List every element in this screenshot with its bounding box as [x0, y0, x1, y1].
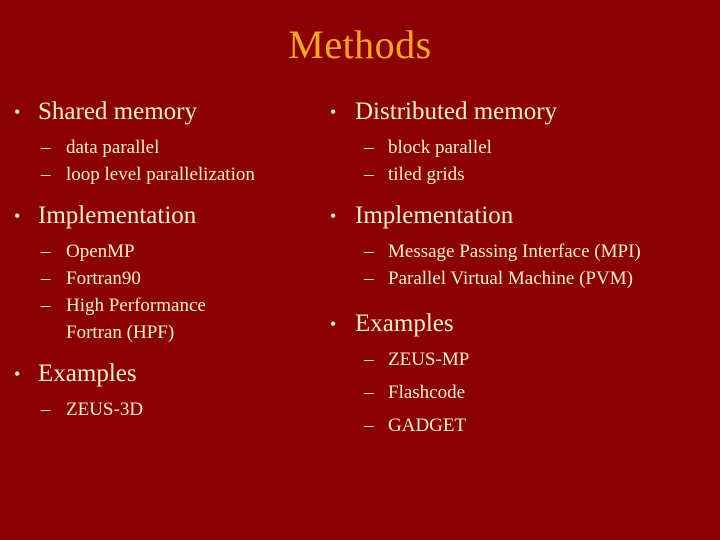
sub-bullet-tiled-grids: – tiled grids	[322, 161, 718, 188]
dash-icon: –	[41, 241, 51, 262]
sub-bullet-fortran90: – Fortran90	[8, 265, 320, 292]
bullet-label: Implementation	[38, 202, 197, 229]
bullet-dot-icon: •	[14, 102, 21, 122]
sub-bullet-pvm: – Parallel Virtual Machine (PVM)	[322, 265, 718, 292]
sub-bullet-data-parallel: – data parallel	[8, 134, 320, 161]
sub-bullet-mpi: – Message Passing Interface (MPI)	[322, 238, 718, 265]
dash-icon: –	[364, 241, 374, 262]
sub-bullet-label: Message Passing Interface (MPI)	[388, 241, 641, 262]
dash-icon: –	[41, 137, 51, 158]
sub-bullet-label: ZEUS-3D	[66, 399, 144, 420]
dash-icon: –	[41, 399, 51, 420]
bullet-dot-icon: •	[330, 314, 337, 334]
bullet-shared-memory: • Shared memory	[8, 96, 320, 128]
dash-icon: –	[364, 164, 374, 185]
bullet-examples-left: • Examples	[8, 358, 320, 390]
sub-bullet-gadget: – GADGET	[322, 412, 718, 439]
sub-bullet-loop-level-parallelization: – loop level parallelization	[8, 161, 320, 188]
sub-bullet-label: tiled grids	[388, 164, 465, 185]
sub-bullet-label: ZEUS-MP	[388, 349, 470, 370]
bullet-dot-icon: •	[330, 206, 337, 226]
dash-icon: –	[364, 268, 374, 289]
left-column: • Shared memory – data parallel – loop l…	[8, 96, 320, 423]
dash-icon: –	[41, 268, 51, 289]
right-column: • Distributed memory – block parallel – …	[322, 96, 718, 439]
sub-bullet-label: Parallel Virtual Machine (PVM)	[388, 268, 633, 289]
sub-bullet-label: GADGET	[388, 415, 467, 436]
bullet-dot-icon: •	[14, 364, 21, 384]
bullet-label: Examples	[355, 310, 454, 337]
sub-bullet-block-parallel: – block parallel	[322, 134, 718, 161]
sub-bullet-high-performance-fortran: – High Performance Fortran (HPF)	[8, 292, 266, 346]
sub-bullet-label: loop level parallelization	[66, 164, 255, 185]
sub-bullet-label: data parallel	[66, 137, 160, 158]
sub-bullet-label: Fortran90	[66, 268, 141, 289]
slide: Methods • Shared memory – data parallel …	[0, 0, 720, 540]
sub-bullet-zeus-3d: – ZEUS-3D	[8, 396, 320, 423]
dash-icon: –	[41, 164, 51, 185]
sub-bullet-flashcode: – Flashcode	[322, 379, 718, 406]
dash-icon: –	[364, 382, 374, 403]
sub-bullet-label: High Performance Fortran (HPF)	[66, 295, 206, 343]
bullet-implementation-left: • Implementation	[8, 200, 320, 232]
dash-icon: –	[364, 415, 374, 436]
sub-bullet-zeus-mp: – ZEUS-MP	[322, 346, 718, 373]
dash-icon: –	[364, 137, 374, 158]
sub-bullet-label: block parallel	[388, 137, 492, 158]
dash-icon: –	[364, 349, 374, 370]
bullet-label: Implementation	[355, 202, 514, 229]
bullet-label: Examples	[38, 360, 137, 387]
bullet-distributed-memory: • Distributed memory	[322, 96, 718, 128]
bullet-label: Distributed memory	[355, 98, 558, 125]
bullet-dot-icon: •	[14, 206, 21, 226]
dash-icon: –	[41, 295, 51, 316]
sub-bullet-label: OpenMP	[66, 241, 135, 262]
sub-bullet-label: Flashcode	[388, 382, 466, 403]
sub-bullet-openmp: – OpenMP	[8, 238, 320, 265]
page-title: Methods	[288, 22, 432, 67]
bullet-label: Shared memory	[38, 98, 197, 125]
bullet-implementation-right: • Implementation	[322, 200, 718, 232]
bullet-dot-icon: •	[330, 102, 337, 122]
bullet-examples-right: • Examples	[322, 308, 718, 340]
